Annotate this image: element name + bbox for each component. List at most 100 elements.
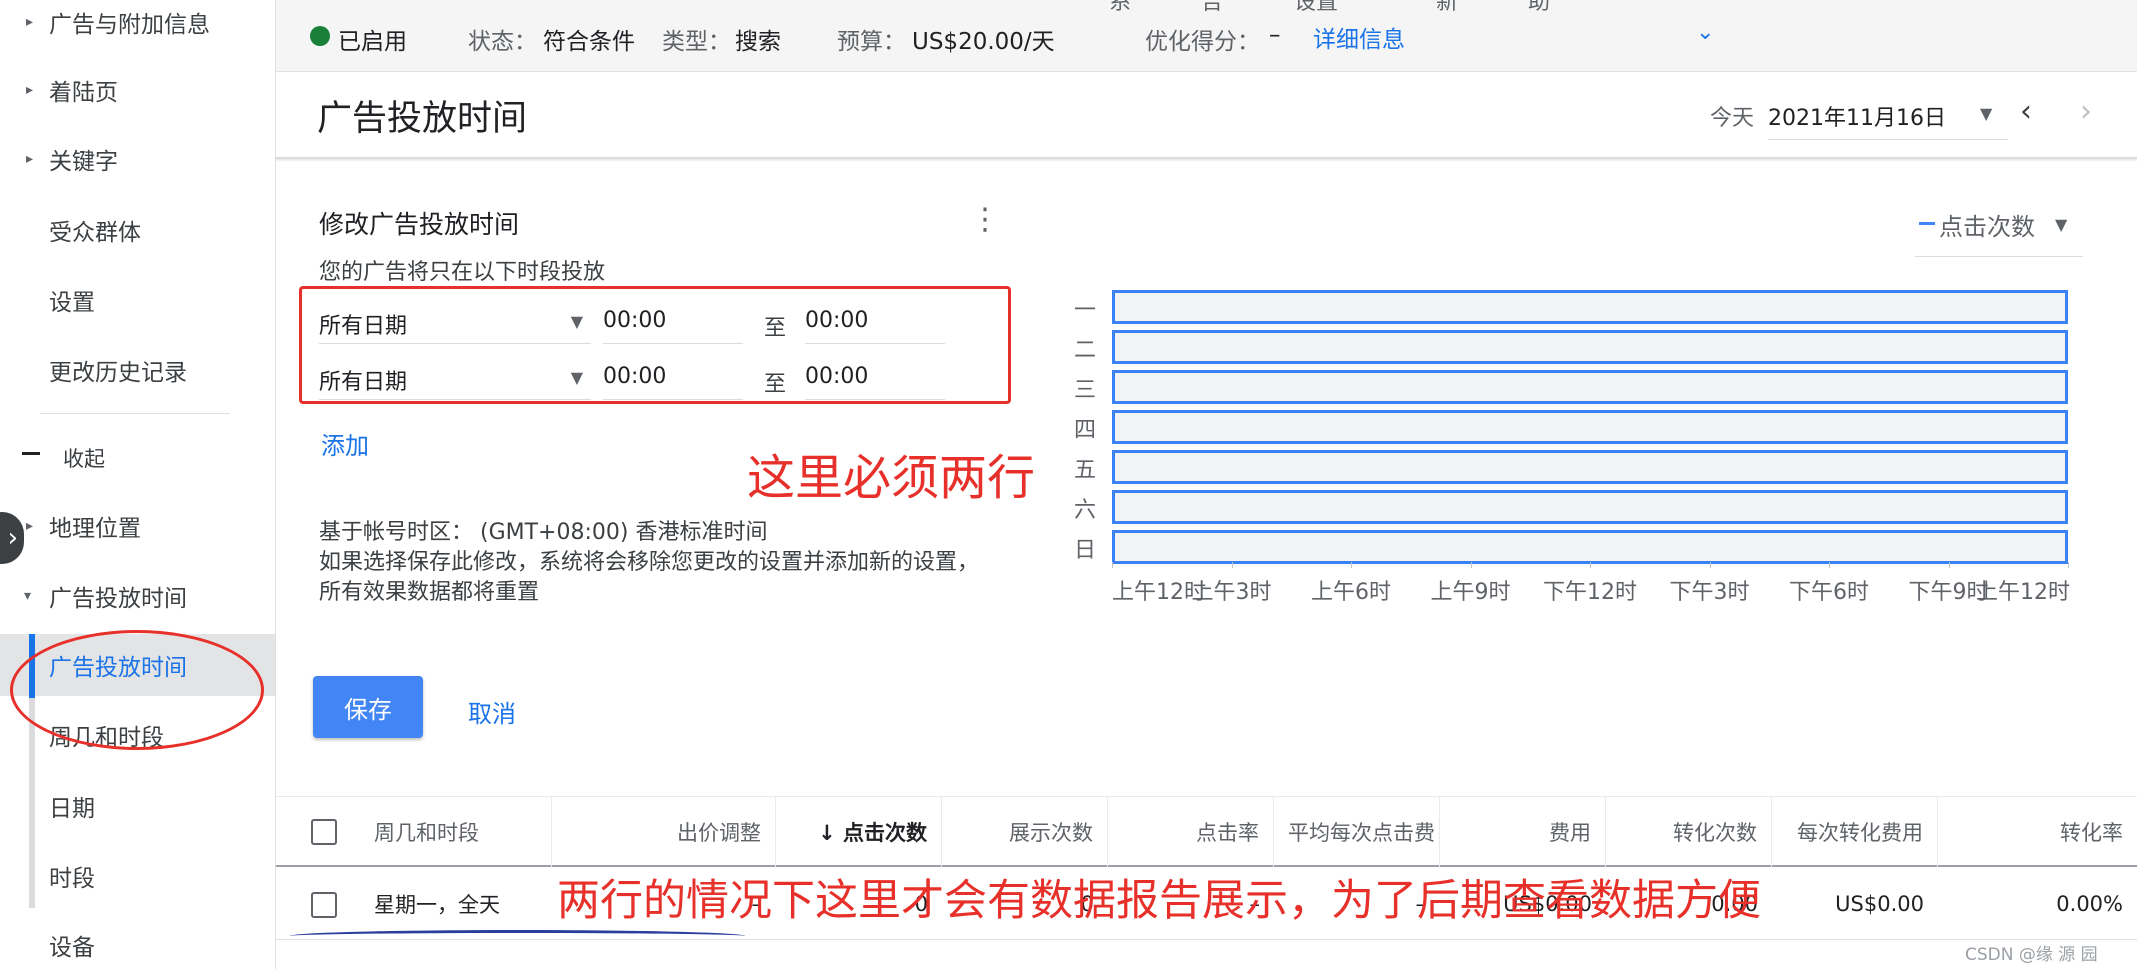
- sidebar-item-label: 设置: [49, 290, 95, 316]
- budget-value[interactable]: US$20.00/天: [912, 22, 1055, 56]
- chevron-down-icon[interactable]: ⌄: [1696, 20, 1714, 45]
- x-tick-label: 上午3时: [1191, 580, 1272, 605]
- chevron-right-icon[interactable]: ›: [2080, 94, 2092, 129]
- top-tab-fragment[interactable]: 设置: [1294, 0, 1338, 16]
- column-header[interactable]: 每次转化费用: [1772, 797, 1938, 867]
- status-label: 状态：: [468, 29, 537, 55]
- date-value: 2021年11月16日: [1768, 106, 1946, 131]
- row-checkbox[interactable]: [311, 892, 337, 918]
- sidebar-item-devices[interactable]: 设备: [0, 914, 275, 969]
- column-header[interactable]: 费用: [1440, 797, 1606, 867]
- sidebar-item-change-history[interactable]: 更改历史记录: [0, 339, 275, 401]
- column-header[interactable]: 转化率: [1938, 797, 2137, 867]
- schedule-bar[interactable]: [1112, 370, 2068, 404]
- sidebar-item-label: 地理位置: [49, 516, 141, 542]
- save-button[interactable]: 保存: [313, 676, 423, 738]
- sidebar: ▸ 广告与附加信息 ▸ 着陆页 ▸ 关键字 受众群体 设置 更改历史记录 收起 …: [0, 0, 275, 969]
- collapse-icon[interactable]: [22, 452, 40, 455]
- series-swatch: [1919, 222, 1935, 225]
- cancel-button[interactable]: 取消: [468, 694, 516, 729]
- sidebar-divider: [40, 413, 230, 414]
- sidebar-item-locations[interactable]: ▸ 地理位置: [0, 495, 275, 557]
- editor-title: 修改广告投放时间: [319, 210, 520, 239]
- sidebar-item-audiences[interactable]: 受众群体: [0, 199, 275, 261]
- caret-right-icon: ▸: [26, 14, 34, 30]
- x-tick-label: 上午12时: [1976, 580, 2070, 605]
- sidebar-item-label: 关键字: [49, 149, 118, 175]
- status-dot-icon: [310, 26, 330, 46]
- schedule-bar[interactable]: [1112, 330, 2068, 364]
- watermark: CSDN @缘 源 园: [1965, 945, 2098, 965]
- x-tick: [2068, 562, 2069, 568]
- sidebar-item-landing-pages[interactable]: ▸ 着陆页: [0, 59, 275, 121]
- x-tick: [1829, 562, 1830, 568]
- sidebar-item-label: 受众群体: [49, 220, 141, 246]
- select-all-checkbox[interactable]: [311, 819, 337, 845]
- annotation-ellipse: [10, 630, 264, 750]
- column-header[interactable]: 周几和时段: [374, 797, 552, 867]
- y-tick-label: 日: [1074, 538, 1097, 563]
- schedule-bar[interactable]: [1112, 450, 2068, 484]
- column-header[interactable]: 转化次数: [1606, 797, 1772, 867]
- sidebar-item-label: 广告投放时间: [49, 586, 187, 612]
- column-header[interactable]: 点击率: [1108, 797, 1274, 867]
- x-tick-label: 下午6时: [1789, 580, 1869, 605]
- type-value: 搜索: [735, 29, 781, 55]
- schedule-chart: 一二三四五六日上午12时 上午3时 上午6时 上午9时 下午12时 下午3时 下午6时 下午9…: [1070, 280, 2070, 610]
- sidebar-item-keywords[interactable]: ▸ 关键字: [0, 128, 275, 190]
- y-tick-label: 四: [1074, 418, 1097, 443]
- column-header[interactable]: 出价调整: [552, 797, 776, 867]
- x-tick: [1590, 562, 1591, 568]
- annotation-note: 两行的情况下这里才会有数据报告展示，为了后期查看数据方便: [557, 876, 1761, 926]
- sidebar-item-hour[interactable]: 时段: [0, 845, 275, 907]
- sidebar-item-ad-schedule-group[interactable]: ▾ 广告投放时间: [0, 565, 275, 627]
- status-value: 符合条件: [543, 29, 635, 55]
- caret-down-icon: ▾: [24, 588, 32, 604]
- x-tick-label: 下午3时: [1669, 580, 1750, 605]
- column-header[interactable]: 展示次数: [942, 797, 1108, 867]
- chevron-left-icon[interactable]: ‹: [2020, 94, 2032, 129]
- top-tab-fragment[interactable]: 系: [1109, 0, 1131, 16]
- dropdown-caret-icon: ▼: [2055, 215, 2068, 234]
- sidebar-item-label: 日期: [49, 796, 95, 822]
- date-picker[interactable]: 2021年11月16日: [1768, 94, 2008, 140]
- sidebar-item-day[interactable]: 日期: [0, 775, 275, 837]
- top-tab-fragment[interactable]: 告: [1201, 0, 1223, 16]
- schedule-bar[interactable]: [1112, 490, 2068, 524]
- schedule-bar[interactable]: [1112, 530, 2068, 564]
- y-tick-label: 六: [1074, 498, 1097, 523]
- x-tick: [1112, 562, 1113, 568]
- metric-select[interactable]: 点击次数 ▼: [1915, 205, 2083, 257]
- sidebar-collapse-label[interactable]: 收起: [63, 443, 105, 473]
- campaign-status-bar: 系 告 设置 新 助 已启用 状态： 符合条件 类型： 搜索 预算： US$20…: [276, 0, 2137, 72]
- column-header-sorted[interactable]: ↓ 点击次数: [776, 797, 942, 867]
- sidebar-item-settings[interactable]: 设置: [0, 269, 275, 331]
- caret-right-icon: ▸: [26, 151, 34, 167]
- add-schedule-link[interactable]: 添加: [321, 426, 369, 461]
- type-label: 类型：: [662, 29, 731, 55]
- column-header[interactable]: 平均每次点击费: [1274, 797, 1440, 867]
- more-vert-icon[interactable]: ⋮: [970, 205, 1000, 235]
- x-tick: [1948, 562, 1950, 568]
- today-label: 今天: [1710, 106, 1755, 131]
- dropdown-caret-icon[interactable]: ▼: [1980, 104, 1992, 123]
- top-tab-fragment[interactable]: 新: [1436, 0, 1458, 16]
- cell-conv-rate: 0.00%: [2056, 892, 2123, 916]
- x-tick-label: 上午6时: [1311, 580, 1391, 605]
- budget-label: 预算：: [837, 29, 906, 55]
- caret-right-icon: ▸: [26, 518, 34, 534]
- schedule-bar[interactable]: [1112, 290, 2068, 324]
- warning-text: 如果选择保存此修改，系统将会移除您更改的设置并添加新的设置，所有效果数据都将重置: [319, 550, 980, 605]
- x-tick: [1231, 562, 1233, 568]
- enabled-status[interactable]: 已启用: [338, 22, 407, 56]
- caret-right-icon: ▸: [26, 82, 34, 98]
- y-tick-label: 一: [1074, 298, 1097, 323]
- details-link[interactable]: 详细信息: [1313, 20, 1405, 54]
- annotation-underline: [290, 930, 745, 942]
- top-tab-fragment[interactable]: 助: [1528, 0, 1550, 16]
- page-title: 广告投放时间: [317, 99, 528, 139]
- schedule-bar[interactable]: [1112, 410, 2068, 444]
- optimization-value: –: [1269, 22, 1281, 48]
- sidebar-item-ads-extensions[interactable]: ▸ 广告与附加信息: [0, 0, 275, 53]
- header-divider: [276, 157, 2137, 159]
